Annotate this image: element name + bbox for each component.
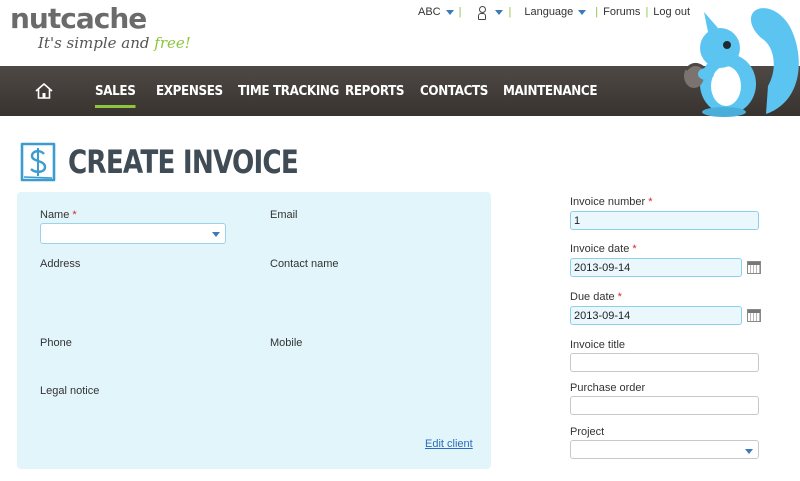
nav-item-reports[interactable]: REPORTS bbox=[345, 84, 405, 99]
chevron-down-icon bbox=[212, 232, 220, 237]
client-panel: Name * Email Address Contact name Phone M… bbox=[17, 192, 491, 469]
separator: | bbox=[645, 6, 649, 18]
nav-item-time-tracking[interactable]: TIME TRACKING bbox=[238, 84, 339, 99]
mobile-label: Mobile bbox=[270, 337, 303, 349]
address-label: Address bbox=[40, 258, 81, 270]
top-links: ABC | | Language | Forums | Log out bbox=[418, 5, 690, 20]
due-date-input[interactable] bbox=[570, 306, 742, 325]
invoice-dollar-icon bbox=[20, 142, 56, 182]
page-title: CREATE INVOICE bbox=[68, 143, 299, 181]
invoice-date-input[interactable] bbox=[570, 258, 742, 277]
chevron-down-icon bbox=[745, 449, 753, 454]
chevron-down-icon bbox=[445, 9, 454, 15]
edit-client-link[interactable]: Edit client bbox=[425, 438, 473, 450]
separator: | bbox=[458, 6, 462, 18]
purchase-order-input[interactable] bbox=[570, 396, 759, 415]
brand-tagline: It's simple and free! bbox=[38, 34, 191, 52]
user-menu[interactable] bbox=[466, 5, 504, 20]
client-name-select[interactable] bbox=[40, 223, 226, 244]
nav-item-expenses[interactable]: EXPENSES bbox=[156, 84, 223, 99]
nav-item-contacts[interactable]: CONTACTS bbox=[420, 84, 488, 99]
nav-item-maintenance[interactable]: MAINTENANCE bbox=[503, 84, 597, 99]
project-select[interactable] bbox=[570, 440, 759, 459]
chevron-down-icon bbox=[578, 9, 587, 15]
account-menu[interactable]: ABC bbox=[418, 6, 454, 18]
nav-item-sales[interactable]: SALES bbox=[95, 84, 136, 108]
contact-name-label: Contact name bbox=[270, 258, 339, 270]
invoice-title-input[interactable] bbox=[570, 353, 759, 372]
brand-logo[interactable]: nutcache It's simple and free! bbox=[10, 2, 191, 53]
chevron-down-icon bbox=[495, 9, 504, 15]
calendar-icon[interactable] bbox=[747, 261, 761, 274]
phone-label: Phone bbox=[40, 337, 72, 349]
home-icon[interactable] bbox=[35, 83, 53, 99]
main-nav: SALES EXPENSES TIME TRACKING REPORTS CON… bbox=[0, 66, 800, 116]
legal-notice-label: Legal notice bbox=[40, 385, 100, 397]
separator: | bbox=[595, 6, 599, 18]
purchase-order-label: Purchase order bbox=[570, 382, 646, 394]
account-label: ABC bbox=[418, 6, 441, 18]
invoice-number-input[interactable] bbox=[570, 211, 759, 230]
user-icon bbox=[478, 5, 487, 20]
email-label: Email bbox=[270, 209, 298, 221]
due-date-label: Due date * bbox=[570, 291, 622, 303]
project-label: Project bbox=[570, 426, 605, 438]
squirrel-mascot bbox=[684, 8, 799, 117]
calendar-icon[interactable] bbox=[747, 309, 761, 322]
forums-link[interactable]: Forums bbox=[603, 6, 640, 18]
brand-name: nutcache bbox=[10, 2, 147, 35]
invoice-number-label: Invoice number * bbox=[570, 196, 653, 208]
language-label: Language bbox=[524, 6, 574, 18]
invoice-title-label: Invoice title bbox=[570, 339, 626, 351]
client-name-label: Name * bbox=[40, 209, 77, 221]
language-menu[interactable]: Language bbox=[524, 6, 587, 18]
invoice-date-label: Invoice date * bbox=[570, 243, 637, 255]
separator: | bbox=[508, 6, 512, 18]
